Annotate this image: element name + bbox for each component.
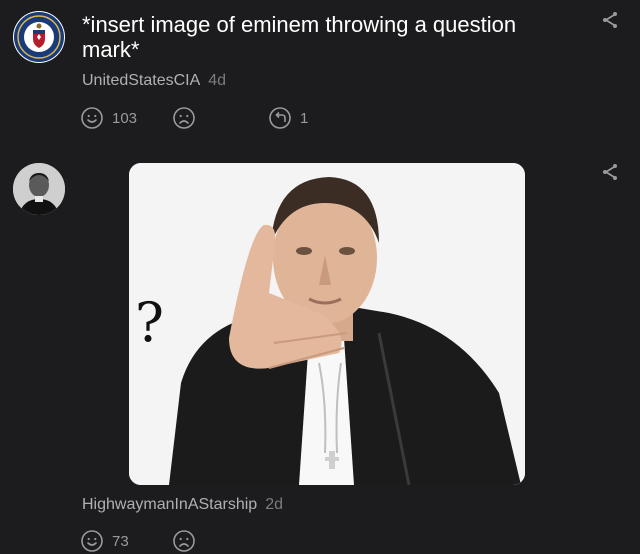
avatar[interactable] bbox=[13, 11, 65, 63]
reply-count: 1 bbox=[300, 109, 309, 127]
user-portrait-icon bbox=[13, 163, 65, 215]
cia-seal-icon bbox=[14, 12, 64, 62]
comment-actions: 103 1 bbox=[80, 105, 320, 131]
question-mark: ? bbox=[135, 291, 164, 354]
smile-icon bbox=[81, 107, 103, 129]
comment: *insert image of eminem throwing a quest… bbox=[0, 0, 640, 150]
downvote-button[interactable] bbox=[172, 105, 196, 131]
comment-meta: HighwaymanInAStarship 2d bbox=[82, 496, 283, 514]
comment-meta: UnitedStatesCIA 4d bbox=[82, 72, 226, 90]
comment-actions: 73 bbox=[80, 528, 200, 554]
username[interactable]: UnitedStatesCIA bbox=[82, 72, 200, 89]
frown-icon bbox=[173, 107, 195, 129]
share-icon[interactable] bbox=[600, 10, 620, 30]
comment-age: 4d bbox=[208, 72, 227, 89]
downvote-button[interactable] bbox=[172, 528, 196, 554]
comment: ? HighwaymanInAStarship 2d 73 bbox=[0, 150, 640, 553]
avatar[interactable] bbox=[13, 163, 65, 215]
frown-icon bbox=[173, 530, 195, 552]
username[interactable]: HighwaymanInAStarship bbox=[82, 496, 257, 513]
upvote-count: 73 bbox=[112, 532, 129, 550]
reply-button[interactable]: 1 bbox=[268, 105, 308, 131]
comment-age: 2d bbox=[265, 496, 283, 513]
upvote-button[interactable]: 103 bbox=[80, 105, 137, 131]
eminem-pointing-photo: ? bbox=[129, 163, 525, 485]
upvote-button[interactable]: 73 bbox=[80, 528, 129, 554]
smile-icon bbox=[81, 530, 103, 552]
upvote-count: 103 bbox=[112, 109, 138, 127]
share-icon[interactable] bbox=[600, 162, 620, 182]
reply-icon bbox=[269, 107, 291, 129]
comment-image[interactable]: ? bbox=[129, 163, 525, 485]
comment-text: *insert image of eminem throwing a quest… bbox=[82, 12, 517, 62]
